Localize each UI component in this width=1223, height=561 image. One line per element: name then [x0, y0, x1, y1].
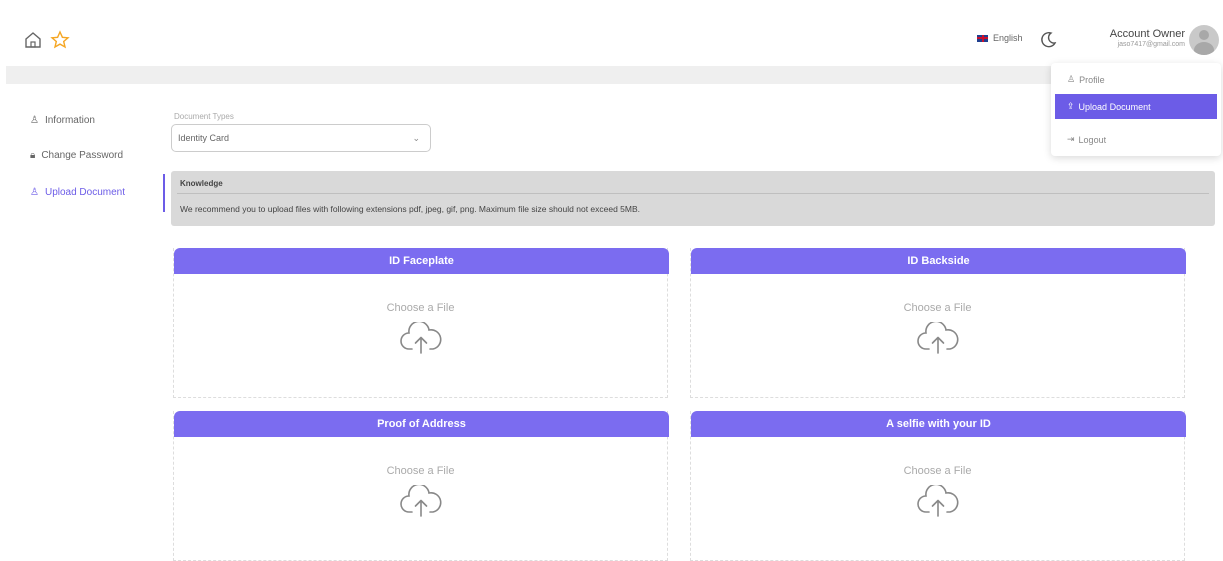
- sidebar-item-upload-document[interactable]: ♙ Upload Document: [30, 187, 125, 198]
- moon-icon[interactable]: [1040, 30, 1058, 48]
- upload-card-proof-of-address[interactable]: Proof of Address Choose a File: [173, 411, 669, 561]
- upload-card-id-backside[interactable]: ID Backside Choose a File: [690, 248, 1186, 398]
- home-icon[interactable]: [24, 31, 42, 49]
- account-info[interactable]: Account Owner jaso7417@gmail.com: [1110, 28, 1185, 48]
- upload-card-id-faceplate[interactable]: ID Faceplate Choose a File: [173, 248, 669, 398]
- language-label: English: [993, 33, 1023, 43]
- knowledge-box: Knowledge We recommend you to upload fil…: [171, 171, 1215, 226]
- logout-icon: ⇥: [1067, 134, 1075, 144]
- header-divider-band: [6, 66, 1216, 84]
- card-title: ID Faceplate: [174, 248, 669, 274]
- choose-file-label[interactable]: Choose a File: [691, 465, 1184, 477]
- dropdown-item-logout[interactable]: ⇥ Logout: [1055, 127, 1217, 152]
- knowledge-divider: [177, 193, 1209, 194]
- uk-flag-icon: [976, 33, 989, 43]
- choose-file-label[interactable]: Choose a File: [174, 302, 667, 314]
- dropdown-item-label: Profile: [1079, 74, 1105, 85]
- card-title: A selfie with your ID: [691, 411, 1186, 437]
- account-dropdown-menu: ♙ Profile ⇪ Upload Document ⇥ Logout: [1051, 63, 1221, 156]
- card-title: Proof of Address: [174, 411, 669, 437]
- knowledge-text: We recommend you to upload files with fo…: [180, 204, 641, 214]
- user-icon: ♙: [30, 115, 39, 126]
- user-icon: ♙: [1067, 74, 1076, 84]
- language-selector[interactable]: English: [976, 33, 1023, 43]
- sidebar-item-information[interactable]: ♙ Information: [30, 115, 95, 126]
- cloud-upload-icon[interactable]: [917, 322, 959, 356]
- knowledge-title: Knowledge: [180, 179, 223, 188]
- upload-card-selfie-with-id[interactable]: A selfie with your ID Choose a File: [690, 411, 1186, 561]
- sidebar-active-indicator: [163, 174, 165, 212]
- star-icon[interactable]: [50, 30, 70, 50]
- cloud-upload-icon[interactable]: [400, 322, 442, 356]
- cloud-upload-icon[interactable]: [400, 485, 442, 519]
- account-email: jaso7417@gmail.com: [1117, 41, 1185, 48]
- lock-icon: 🔒︎: [30, 150, 36, 161]
- avatar[interactable]: [1189, 25, 1219, 55]
- document-type-value: Identity Card: [178, 133, 230, 143]
- upload-doc-icon: ⇪: [1067, 101, 1075, 111]
- dropdown-item-label: Upload Document: [1078, 101, 1151, 112]
- sidebar-item-change-password[interactable]: 🔒︎ Change Password: [30, 150, 123, 161]
- chevron-down-icon: ⌄: [412, 132, 420, 143]
- dropdown-item-upload-document[interactable]: ⇪ Upload Document: [1055, 94, 1217, 119]
- choose-file-label[interactable]: Choose a File: [174, 465, 667, 477]
- top-bar: English Account Owner jaso7417@gmail.com: [0, 0, 1223, 66]
- sidebar-item-label: Information: [44, 115, 95, 126]
- dropdown-item-label: Logout: [1078, 134, 1107, 145]
- account-name: Account Owner: [1109, 28, 1185, 40]
- upload-user-icon: ♙: [30, 187, 39, 198]
- document-type-select[interactable]: Identity Card ⌄: [171, 124, 431, 152]
- document-types-label: Document Types: [174, 112, 234, 121]
- dropdown-item-profile[interactable]: ♙ Profile: [1055, 67, 1217, 92]
- sidebar-item-label: Upload Document: [44, 187, 126, 198]
- cloud-upload-icon[interactable]: [917, 485, 959, 519]
- sidebar-item-label: Change Password: [41, 150, 124, 161]
- card-title: ID Backside: [691, 248, 1186, 274]
- choose-file-label[interactable]: Choose a File: [691, 302, 1184, 314]
